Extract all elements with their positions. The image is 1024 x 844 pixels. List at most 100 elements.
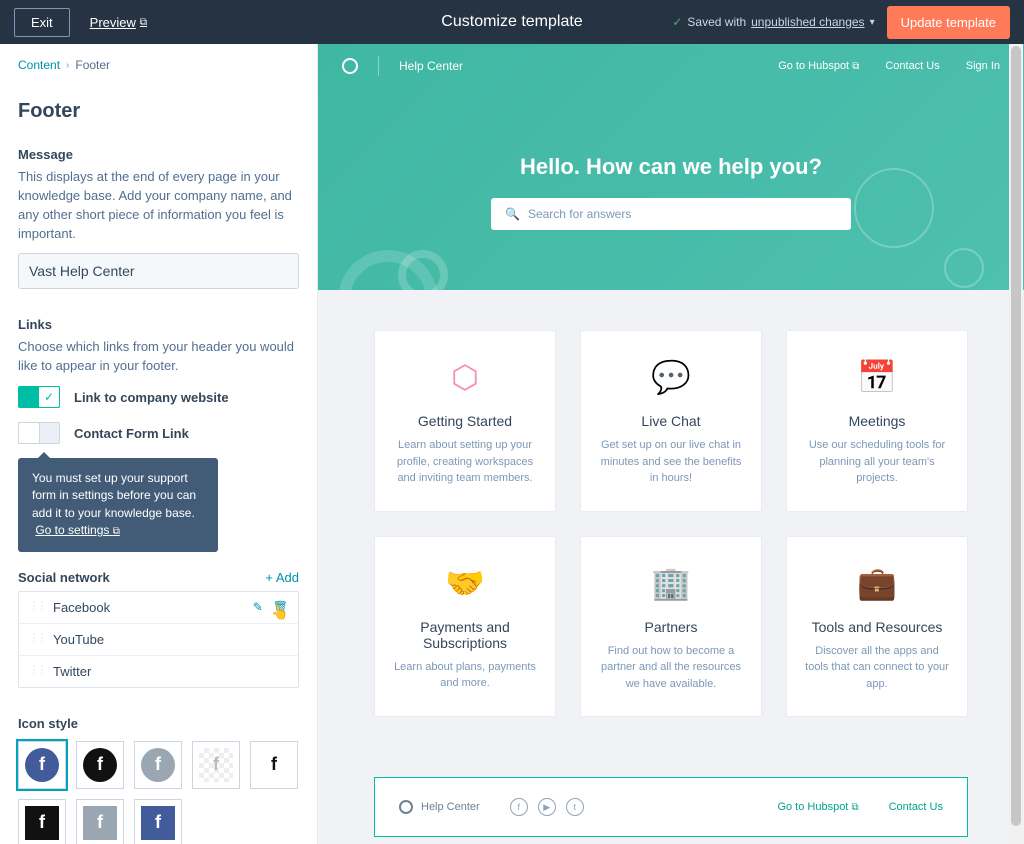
add-social-button[interactable]: + Add: [265, 570, 299, 585]
facebook-icon[interactable]: f: [510, 798, 528, 816]
breadcrumb: Content › Footer: [18, 58, 299, 72]
briefcase-icon: 💼: [803, 561, 951, 605]
social-network-label: Social network: [18, 570, 110, 585]
scrollbar[interactable]: [1009, 44, 1023, 844]
footer-go-hubspot[interactable]: Go to Hubspot ⧉: [777, 801, 858, 813]
card-getting-started[interactable]: ⬡ Getting Started Learn about setting up…: [374, 330, 556, 512]
cube-icon: ⬡: [391, 355, 539, 399]
list-item[interactable]: ⋮⋮ Facebook ✎ 🗑 👆: [19, 592, 298, 624]
card-title: Live Chat: [597, 413, 745, 429]
search-icon: 🔍: [505, 207, 520, 221]
card-title: Getting Started: [391, 413, 539, 429]
toggle-contact-form: Contact Form Link: [18, 422, 299, 444]
go-to-settings-link[interactable]: Go to settings ⧉: [35, 523, 120, 537]
icon-style-option-7[interactable]: f: [76, 799, 124, 844]
icon-style-option-4[interactable]: f: [192, 741, 240, 789]
nav-go-hubspot[interactable]: Go to Hubspot ⧉: [778, 60, 859, 72]
drag-handle-icon[interactable]: ⋮⋮: [29, 604, 45, 610]
chevron-down-icon[interactable]: ▾: [870, 17, 875, 28]
card-desc: Get set up on our live chat in minutes a…: [597, 437, 745, 487]
page-header-title: Customize template: [441, 13, 582, 31]
update-template-button[interactable]: Update template: [887, 6, 1010, 39]
chat-icon: 💬: [597, 355, 745, 399]
twitter-icon[interactable]: t: [566, 798, 584, 816]
search-placeholder: Search for answers: [528, 207, 631, 221]
icon-style-option-2[interactable]: f: [76, 741, 124, 789]
card-title: Payments and Subscriptions: [391, 619, 539, 651]
message-input[interactable]: [18, 253, 299, 289]
card-desc: Learn about plans, payments and more.: [391, 659, 539, 692]
preview-link-label: Preview: [90, 15, 136, 30]
social-item-label: YouTube: [53, 632, 104, 647]
preview-logo: Help Center: [342, 56, 463, 76]
footer-social: f ▶ t: [510, 798, 584, 816]
breadcrumb-current: Footer: [75, 58, 110, 72]
topbar: Exit Preview ⧉ Customize template ✓ Save…: [0, 0, 1024, 44]
social-item-label: Facebook: [53, 600, 110, 615]
card-desc: Find out how to become a partner and all…: [597, 643, 745, 693]
preview-header: Help Center Go to Hubspot ⧉ Contact Us S…: [318, 44, 1024, 290]
social-network-list: ⋮⋮ Facebook ✎ 🗑 👆 ⋮⋮ YouTube ⋮⋮ Twitter: [18, 591, 299, 688]
contact-form-tooltip: You must set up your support form in set…: [18, 458, 218, 552]
icon-style-grid: f f f f f f f f: [18, 741, 299, 844]
nav-sign-in[interactable]: Sign In: [966, 60, 1000, 72]
external-link-icon: ⧉: [852, 61, 859, 72]
icon-style-option-5[interactable]: f: [250, 741, 298, 789]
edit-icon[interactable]: ✎: [253, 600, 263, 614]
building-icon: 🏢: [597, 561, 745, 605]
toggle-company-website: ✓ Link to company website: [18, 386, 299, 408]
toggle-label: Contact Form Link: [74, 426, 189, 441]
tooltip-text: You must set up your support form in set…: [32, 471, 196, 520]
card-desc: Discover all the apps and tools that can…: [803, 643, 951, 693]
preview-cards: ⬡ Getting Started Learn about setting up…: [318, 290, 1024, 757]
card-desc: Use our scheduling tools for planning al…: [803, 437, 951, 487]
footer-contact-us[interactable]: Contact Us: [889, 801, 943, 813]
preview-footer: Help Center f ▶ t Go to Hubspot ⧉ Contac…: [374, 777, 968, 837]
card-partners[interactable]: 🏢 Partners Find out how to become a part…: [580, 536, 762, 718]
list-item[interactable]: ⋮⋮ YouTube: [19, 624, 298, 656]
breadcrumb-root[interactable]: Content: [18, 58, 60, 72]
card-desc: Learn about setting up your profile, cre…: [391, 437, 539, 487]
footer-brand: Help Center: [421, 801, 480, 813]
card-meetings[interactable]: 📅 Meetings Use our scheduling tools for …: [786, 330, 968, 512]
template-preview: Help Center Go to Hubspot ⧉ Contact Us S…: [318, 44, 1024, 844]
preview-brand: Help Center: [399, 59, 463, 73]
preview-link[interactable]: Preview ⧉: [90, 15, 147, 30]
check-icon: ✓: [672, 15, 682, 29]
cursor-icon: 👆: [271, 604, 288, 621]
handshake-icon: 🤝: [391, 561, 539, 605]
save-status[interactable]: ✓ Saved with unpublished changes ▾: [672, 15, 874, 29]
page-title: Footer: [18, 100, 299, 123]
drag-handle-icon[interactable]: ⋮⋮: [29, 636, 45, 642]
toggle-switch-company[interactable]: ✓: [18, 386, 60, 408]
icon-style-option-1[interactable]: f: [18, 741, 66, 789]
external-link-icon: ⧉: [851, 802, 858, 813]
card-title: Partners: [597, 619, 745, 635]
social-item-label: Twitter: [53, 664, 91, 679]
card-live-chat[interactable]: 💬 Live Chat Get set up on our live chat …: [580, 330, 762, 512]
card-title: Tools and Resources: [803, 619, 951, 635]
icon-style-option-3[interactable]: f: [134, 741, 182, 789]
list-item[interactable]: ⋮⋮ Twitter: [19, 656, 298, 687]
links-help: Choose which links from your header you …: [18, 338, 299, 376]
card-tools[interactable]: 💼 Tools and Resources Discover all the a…: [786, 536, 968, 718]
unpublished-changes-link[interactable]: unpublished changes: [751, 15, 864, 29]
toggle-switch-contact[interactable]: [18, 422, 60, 444]
message-label: Message: [18, 147, 299, 162]
icon-style-option-8[interactable]: f: [134, 799, 182, 844]
check-icon: ✓: [38, 386, 60, 408]
external-link-icon: ⧉: [113, 526, 120, 537]
sprocket-icon: [399, 800, 413, 814]
preview-search[interactable]: 🔍 Search for answers: [491, 198, 851, 230]
preview-hero: Hello. How can we help you? 🔍 Search for…: [318, 88, 1024, 290]
settings-sidebar: Content › Footer Footer Message This dis…: [0, 44, 318, 844]
icon-style-label: Icon style: [18, 716, 299, 731]
youtube-icon[interactable]: ▶: [538, 798, 556, 816]
preview-nav: Help Center Go to Hubspot ⧉ Contact Us S…: [318, 44, 1024, 88]
drag-handle-icon[interactable]: ⋮⋮: [29, 668, 45, 674]
nav-contact-us[interactable]: Contact Us: [885, 60, 939, 72]
icon-style-option-6[interactable]: f: [18, 799, 66, 844]
sprocket-icon: [342, 58, 358, 74]
exit-button[interactable]: Exit: [14, 8, 70, 37]
card-payments[interactable]: 🤝 Payments and Subscriptions Learn about…: [374, 536, 556, 718]
